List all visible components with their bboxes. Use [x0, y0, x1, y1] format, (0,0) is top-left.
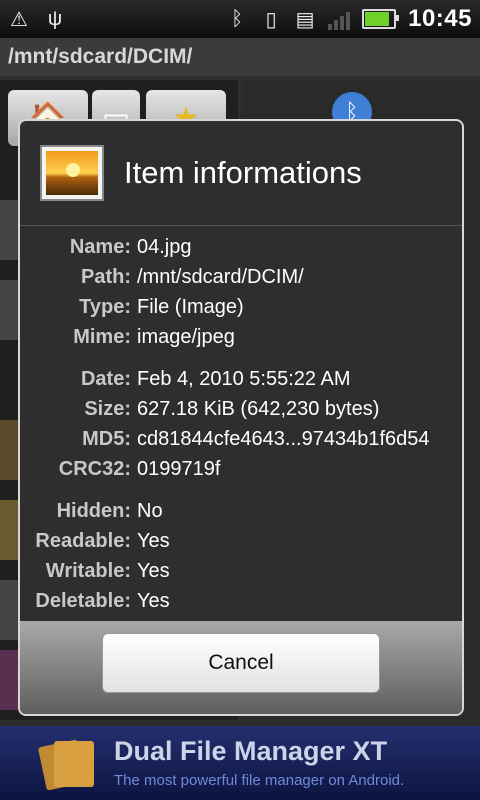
no-signal-icon	[328, 8, 351, 30]
status-bar: ⚠ ψ ᛒ ▯ ▤ 10:45	[0, 0, 480, 38]
info-label: Size:	[84, 398, 131, 420]
info-row-readable: Readable: Yes	[20, 530, 462, 560]
info-label: Mime:	[73, 326, 131, 348]
info-value: Yes	[137, 590, 170, 612]
info-row-type: Type: File (Image)	[20, 296, 462, 326]
dialog-header: Item informations	[20, 121, 462, 226]
dialog-title: Item informations	[124, 155, 362, 190]
info-label: Deletable:	[35, 590, 131, 612]
path-bar[interactable]: /mnt/sdcard/DCIM/	[0, 38, 480, 76]
info-value: cd81844cfe4643...97434b1f6d54	[137, 428, 430, 450]
info-row-md5: MD5: cd81844cfe4643...97434b1f6d54	[20, 428, 462, 458]
info-value: 627.18 KiB (642,230 bytes)	[137, 398, 380, 420]
bluetooth-icon: ᛒ	[231, 7, 244, 30]
info-label: Writable:	[45, 560, 131, 582]
usb-icon: ψ	[47, 7, 63, 30]
image-file-icon	[40, 145, 104, 201]
current-path: /mnt/sdcard/DCIM/	[8, 45, 193, 68]
ad-subtitle: The most powerful file manager on Androi…	[114, 772, 405, 789]
info-row-size: Size: 627.18 KiB (642,230 bytes)	[20, 398, 462, 428]
info-value: Yes	[137, 530, 170, 552]
info-value: 0199719f	[137, 458, 221, 480]
dialog-button-bar: Cancel	[20, 621, 462, 714]
info-value: No	[137, 500, 163, 522]
info-label: CRC32:	[58, 458, 131, 480]
info-row-date: Date: Feb 4, 2010 5:55:22 AM	[20, 368, 462, 398]
info-value: File (Image)	[137, 296, 244, 318]
sim-card-icon: ▤	[295, 8, 315, 31]
vibrate-icon: ▯	[265, 8, 277, 31]
battery-icon	[362, 9, 400, 29]
warning-icon: ⚠	[10, 8, 28, 31]
info-row-writable: Writable: Yes	[20, 560, 462, 590]
info-value: image/jpeg	[137, 326, 235, 348]
info-row-path: Path: /mnt/sdcard/DCIM/	[20, 266, 462, 296]
ad-title: Dual File Manager XT	[114, 736, 388, 766]
info-label: MD5:	[82, 428, 131, 450]
info-label: Name:	[69, 236, 131, 258]
info-row-crc32: CRC32: 0199719f	[20, 458, 462, 488]
info-value: Yes	[137, 560, 170, 582]
folders-icon	[37, 735, 98, 791]
info-value: 04.jpg	[137, 236, 192, 258]
clock: 10:45	[408, 5, 472, 32]
info-label: Hidden:	[56, 500, 131, 522]
info-label: Path:	[81, 266, 131, 288]
info-label: Readable:	[35, 530, 131, 552]
item-info-dialog: Item informations Name: 04.jpg Path: /mn…	[18, 119, 464, 716]
info-value: Feb 4, 2010 5:55:22 AM	[137, 368, 351, 390]
info-row-hidden: Hidden: No	[20, 500, 462, 530]
ad-banner[interactable]: Dual File Manager XT The most powerful f…	[0, 726, 480, 800]
cancel-button[interactable]: Cancel	[102, 633, 380, 693]
info-row-mime: Mime: image/jpeg	[20, 326, 462, 356]
info-label: Type:	[79, 296, 131, 318]
info-value: /mnt/sdcard/DCIM/	[137, 266, 304, 288]
info-row-deletable: Deletable: Yes	[20, 590, 462, 620]
info-label: Date:	[80, 368, 131, 390]
info-row-name: Name: 04.jpg	[20, 236, 462, 266]
